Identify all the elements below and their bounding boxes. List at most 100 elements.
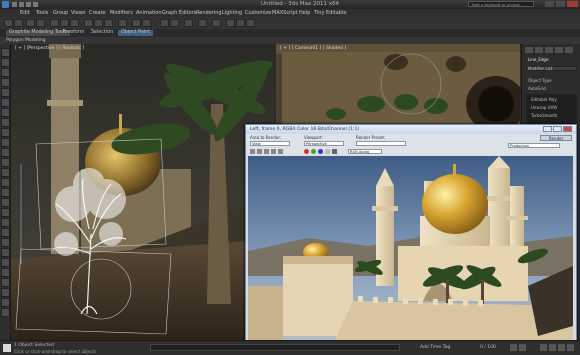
align-icon[interactable] (170, 19, 179, 27)
app-logo-icon[interactable] (2, 1, 9, 8)
viewport-dropdown[interactable]: Perspective (304, 141, 344, 146)
stack-item[interactable]: Unwrap UVW (531, 105, 557, 110)
tool-icon[interactable] (1, 208, 10, 217)
tab-selection[interactable]: Selection (88, 30, 116, 36)
render-setup-icon[interactable] (226, 19, 235, 27)
quick-access-undo-icon[interactable] (33, 2, 38, 7)
time-slider[interactable] (150, 344, 400, 351)
close-button[interactable] (567, 1, 578, 7)
tool-icon[interactable] (1, 78, 10, 87)
add-time-tag[interactable]: Add Time Tag (420, 345, 450, 350)
tool-icon[interactable] (1, 188, 10, 197)
snap-icon[interactable] (132, 19, 141, 27)
tool-icon[interactable] (1, 248, 10, 257)
select-by-name-icon[interactable] (60, 19, 69, 27)
panel-item[interactable]: AutoGrid (528, 86, 546, 91)
rendered-frame-window[interactable]: Left, frame 0, RGBA Color 16 Bits/Channe… (245, 124, 577, 348)
curve-editor-icon[interactable] (198, 19, 207, 27)
tool-icon[interactable] (1, 108, 10, 117)
tool-icon[interactable] (1, 88, 10, 97)
menu-edit[interactable]: Edit (20, 10, 30, 16)
tool-icon[interactable] (1, 228, 10, 237)
tool-icon[interactable] (1, 288, 10, 297)
tool-icon[interactable] (1, 218, 10, 227)
modify-tab-icon[interactable] (535, 47, 543, 53)
next-frame-button[interactable] (519, 344, 526, 351)
quick-access-save-icon[interactable] (26, 2, 31, 7)
render-preset-dropdown[interactable] (356, 141, 406, 146)
menu-tools[interactable]: Tools (36, 10, 48, 16)
minimize-button[interactable] (545, 1, 554, 7)
material-editor-icon[interactable] (212, 19, 221, 27)
menu-animation[interactable]: Animation (136, 10, 162, 16)
menu-views[interactable]: Views (71, 10, 85, 16)
zoom-icon[interactable] (540, 344, 547, 351)
redo-icon[interactable] (14, 19, 23, 27)
tool-icon[interactable] (1, 268, 10, 277)
production-dropdown[interactable]: Production (508, 143, 560, 148)
play-button[interactable] (510, 344, 517, 351)
panel-item[interactable]: Object Type (528, 78, 552, 83)
quick-access-open-icon[interactable] (19, 2, 24, 7)
tool-icon[interactable] (1, 98, 10, 107)
orbit-icon[interactable] (558, 344, 565, 351)
menu-create[interactable]: Create (89, 10, 106, 16)
select-object-icon[interactable] (50, 19, 59, 27)
menu-help[interactable]: Help (299, 10, 310, 16)
tool-icon[interactable] (1, 168, 10, 177)
tool-icon[interactable] (1, 128, 10, 137)
link-icon[interactable] (26, 19, 35, 27)
save-image-icon[interactable] (250, 149, 255, 154)
render-window-minimize-button[interactable] (543, 126, 552, 132)
rotate-icon[interactable] (94, 19, 103, 27)
tool-icon[interactable] (1, 198, 10, 207)
mirror-icon[interactable] (160, 19, 169, 27)
tool-icon[interactable] (1, 278, 10, 287)
alpha-channel-icon[interactable] (325, 149, 330, 154)
pan-icon[interactable] (549, 344, 556, 351)
render-button[interactable]: Render (540, 135, 572, 141)
tool-icon[interactable] (1, 308, 10, 317)
create-tab-icon[interactable] (525, 47, 533, 53)
tool-icon[interactable] (1, 138, 10, 147)
tool-icon[interactable] (1, 68, 10, 77)
blue-channel-icon[interactable] (318, 149, 323, 154)
maximize-viewport-icon[interactable] (567, 344, 574, 351)
viewport-camera[interactable]: [ + ] [ Camera01 ] [ Shaded ] (276, 44, 520, 126)
select-region-icon[interactable] (70, 19, 79, 27)
layer-manager-icon[interactable] (184, 19, 193, 27)
render-window-maximize-button[interactable] (553, 126, 562, 132)
maxscript-listener-icon[interactable] (3, 344, 11, 352)
print-icon[interactable] (271, 149, 276, 154)
mono-icon[interactable] (332, 149, 337, 154)
tool-icon[interactable] (1, 148, 10, 157)
undo-icon[interactable] (4, 19, 13, 27)
tab-object-paint[interactable]: Object Paint (118, 30, 154, 36)
object-name[interactable]: Line_Edge (528, 57, 548, 62)
search-input[interactable]: Type a keyword or phrase (471, 2, 520, 7)
tool-icon[interactable] (1, 118, 10, 127)
menu-customize[interactable]: Customize (245, 10, 271, 16)
ribbon-sub-label[interactable]: Polygon Modeling (6, 38, 46, 43)
area-to-render-dropdown[interactable]: View (250, 141, 290, 146)
tool-icon[interactable] (1, 48, 10, 57)
menu-graph-editors[interactable]: Graph Editors (162, 10, 196, 16)
render-frame-icon[interactable] (236, 19, 245, 27)
menu-modifiers[interactable]: Modifiers (110, 10, 133, 16)
scale-icon[interactable] (104, 19, 113, 27)
stack-item[interactable]: TurboSmooth (531, 113, 557, 118)
viewport-label-right[interactable]: [ + ] [ Camera01 ] [ Shaded ] (280, 46, 346, 51)
pivot-icon[interactable] (118, 19, 127, 27)
unlink-icon[interactable] (36, 19, 45, 27)
viewport-label-left[interactable]: [ + ] [Perspective ] [ Realistic ] (15, 46, 84, 51)
move-icon[interactable] (84, 19, 93, 27)
menu-tiny-editable[interactable]: Tiny Editable (314, 10, 346, 16)
tool-icon[interactable] (1, 178, 10, 187)
maximize-button[interactable] (556, 1, 565, 7)
utilities-tab-icon[interactable] (565, 47, 573, 53)
copy-image-icon[interactable] (257, 149, 262, 154)
viewport-perspective[interactable]: [ + ] [Perspective ] [ Realistic ] (11, 44, 275, 340)
angle-snap-icon[interactable] (142, 19, 151, 27)
clear-icon[interactable] (278, 149, 283, 154)
search-box[interactable]: Type a keyword or phrase (468, 1, 534, 7)
